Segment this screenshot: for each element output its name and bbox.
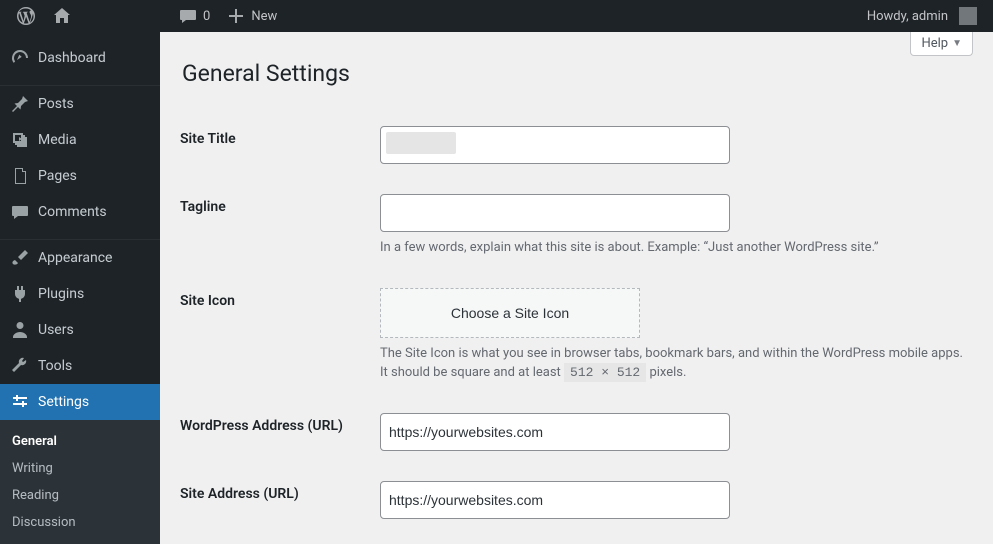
comments-link[interactable]: 0 — [170, 0, 218, 32]
plug-icon — [10, 284, 30, 304]
user-icon — [10, 320, 30, 340]
comments-count: 0 — [203, 9, 210, 24]
admin-sidebar: Dashboard Posts Media Pages Comments App… — [0, 32, 160, 527]
submenu-item-general[interactable]: General — [0, 428, 160, 455]
site-icon-size-code: 512 × 512 — [564, 363, 646, 382]
plus-icon — [226, 6, 246, 26]
new-content-link[interactable]: New — [218, 0, 285, 32]
sidebar-item-plugins[interactable]: Plugins — [0, 276, 160, 312]
site-home-link[interactable] — [44, 0, 80, 32]
home-icon — [52, 6, 72, 26]
main-content: General Settings Site Title Tagline In a… — [160, 32, 993, 527]
sliders-icon — [10, 392, 30, 412]
sidebar-item-appearance[interactable]: Appearance — [0, 240, 160, 276]
tagline-description: In a few words, explain what this site i… — [380, 238, 963, 258]
avatar — [959, 7, 977, 25]
sidebar-item-label: Media — [38, 132, 77, 148]
tagline-input[interactable] — [380, 194, 730, 232]
sidebar-item-settings[interactable]: Settings — [0, 384, 160, 420]
admin-bar: 0 New Howdy, admin — [0, 0, 993, 32]
sidebar-item-label: Appearance — [38, 250, 112, 266]
submenu-item-reading[interactable]: Reading — [0, 482, 160, 509]
brush-icon — [10, 248, 30, 268]
sidebar-item-tools[interactable]: Tools — [0, 348, 160, 384]
choose-site-icon-button[interactable]: Choose a Site Icon — [380, 288, 640, 338]
wp-url-label: WordPress Address (URL) — [180, 398, 380, 466]
dashboard-icon — [10, 48, 30, 68]
site-icon-label: Site Icon — [180, 273, 380, 398]
comment-icon — [178, 6, 198, 26]
site-title-label: Site Title — [180, 111, 380, 179]
sidebar-item-comments[interactable]: Comments — [0, 194, 160, 230]
howdy-text: Howdy, admin — [867, 9, 948, 24]
settings-submenu: General Writing Reading Discussion — [0, 420, 160, 544]
sidebar-item-label: Comments — [38, 204, 107, 220]
sidebar-item-label: Tools — [38, 358, 72, 374]
sidebar-item-label: Users — [38, 322, 74, 338]
redacted-overlay — [386, 132, 456, 154]
comment-icon — [10, 202, 30, 222]
wp-logo-menu[interactable] — [8, 0, 44, 32]
sidebar-item-users[interactable]: Users — [0, 312, 160, 348]
sidebar-item-label: Posts — [38, 96, 74, 112]
site-url-label: Site Address (URL) — [180, 466, 380, 528]
sidebar-item-pages[interactable]: Pages — [0, 158, 160, 194]
media-icon — [10, 130, 30, 150]
sidebar-item-dashboard[interactable]: Dashboard — [0, 40, 160, 76]
wrench-icon — [10, 356, 30, 376]
pin-icon — [10, 94, 30, 114]
site-url-input[interactable] — [380, 481, 730, 519]
sidebar-item-posts[interactable]: Posts — [0, 86, 160, 122]
sidebar-item-label: Pages — [38, 168, 77, 184]
account-menu[interactable]: Howdy, admin — [859, 0, 985, 32]
wordpress-logo-icon — [16, 6, 36, 26]
sidebar-item-label: Plugins — [38, 286, 84, 302]
page-title: General Settings — [182, 60, 973, 87]
sidebar-item-label: Settings — [38, 394, 89, 410]
sidebar-item-label: Dashboard — [38, 50, 106, 66]
settings-form: Site Title Tagline In a few words, expla… — [180, 111, 973, 527]
sidebar-item-media[interactable]: Media — [0, 122, 160, 158]
new-label: New — [251, 9, 277, 24]
submenu-item-discussion[interactable]: Discussion — [0, 509, 160, 536]
site-icon-description: The Site Icon is what you see in browser… — [380, 344, 963, 383]
tagline-label: Tagline — [180, 179, 380, 273]
page-icon — [10, 166, 30, 186]
wp-url-input[interactable] — [380, 413, 730, 451]
submenu-item-writing[interactable]: Writing — [0, 455, 160, 482]
